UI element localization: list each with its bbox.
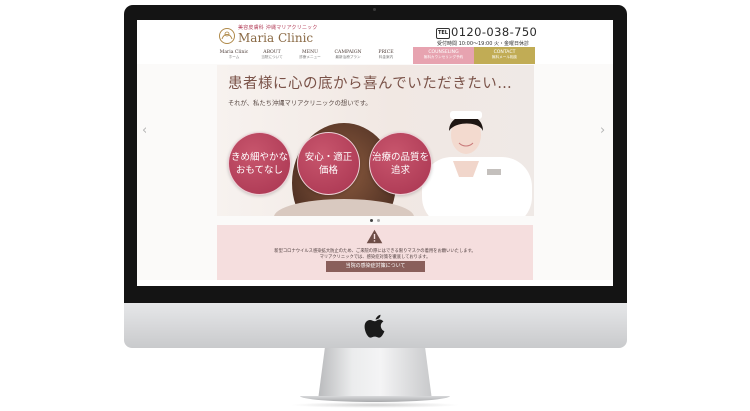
nav-sublabel: 当院について [261,55,283,59]
slider-prev-button[interactable]: ‹ [142,124,147,137]
screen-footer-strip [137,280,613,286]
nav-sublabel: 料金案内 [378,55,394,59]
nav-item-campaign[interactable]: CAMPAIGN 最新治療プラン [329,47,367,64]
feature-bubble-price: 安心・適正 価格 [297,132,360,195]
slider-next-button[interactable]: › [600,124,605,137]
cta-sublabel: 無料カウンセリング予約 [423,55,464,59]
slider-dot[interactable] [377,219,380,222]
covid-notice: 新型コロナウイルス感染拡大防止のため、ご来院の際にはできる限りマスクの着用をお願… [217,225,533,280]
opening-hours: 受付時間 10:00〜19:00 火・金曜日休診 [437,41,529,47]
main-nav: Maria Clinic ホーム ABOUT 当院について MENU 診療メニュ… [215,47,405,64]
phone-number[interactable]: 0120-038-750 [451,25,537,39]
nav-item-price[interactable]: PRICE 料金案内 [367,47,405,64]
nav-sublabel: 診療メニュー [299,55,321,59]
nav-item-menu[interactable]: MENU 診療メニュー [291,47,329,64]
infection-control-button[interactable]: 当院の感染症対策について [326,261,425,272]
slider-dots [370,219,380,222]
notice-text: マリアクリニックでは、感染症対策を徹底しております。 [319,255,431,260]
counseling-button[interactable]: COUNSELING 無料カウンセリング予約 [413,47,474,64]
nav-item-about[interactable]: ABOUT 当院について [253,47,291,64]
cta-sublabel: 無料メール相談 [491,55,518,59]
logo-subtitle: 美容皮膚科 沖縄マリアクリニック [238,25,318,31]
slider-dot[interactable] [370,219,373,222]
hero-title: 患者様に心の底から喜んでいただきたい… [228,76,513,92]
hero-subtitle: それが、私たち沖縄マリアクリニックの想いです。 [228,100,372,107]
logo-mark-icon[interactable] [218,27,236,45]
feature-bubble-hospitality: きめ細やかな おもてなし [228,132,291,195]
imac-stand [318,348,432,400]
warning-icon [366,229,383,244]
website-screen: 美容皮膚科 沖縄マリアクリニック Maria Clinic TEL 0120-0… [137,20,613,286]
nav-sublabel: ホーム [228,55,240,59]
hero-slider: 患者様に心の底から喜んでいただきたい… それが、私たち沖縄マリアクリニックの想い… [217,65,534,216]
logo-text[interactable]: Maria Clinic [238,31,313,45]
contact-button[interactable]: CONTACT 無料メール相談 [474,47,535,64]
nav-sublabel: 最新治療プラン [335,55,361,59]
phone-icon: TEL [436,28,450,39]
apple-logo [364,314,385,338]
floor-shadow [290,402,460,408]
feature-bubble-quality: 治療の品質を 追求 [369,132,432,195]
camera-dot [373,8,376,11]
nav-item-home[interactable]: Maria Clinic ホーム [215,47,253,64]
